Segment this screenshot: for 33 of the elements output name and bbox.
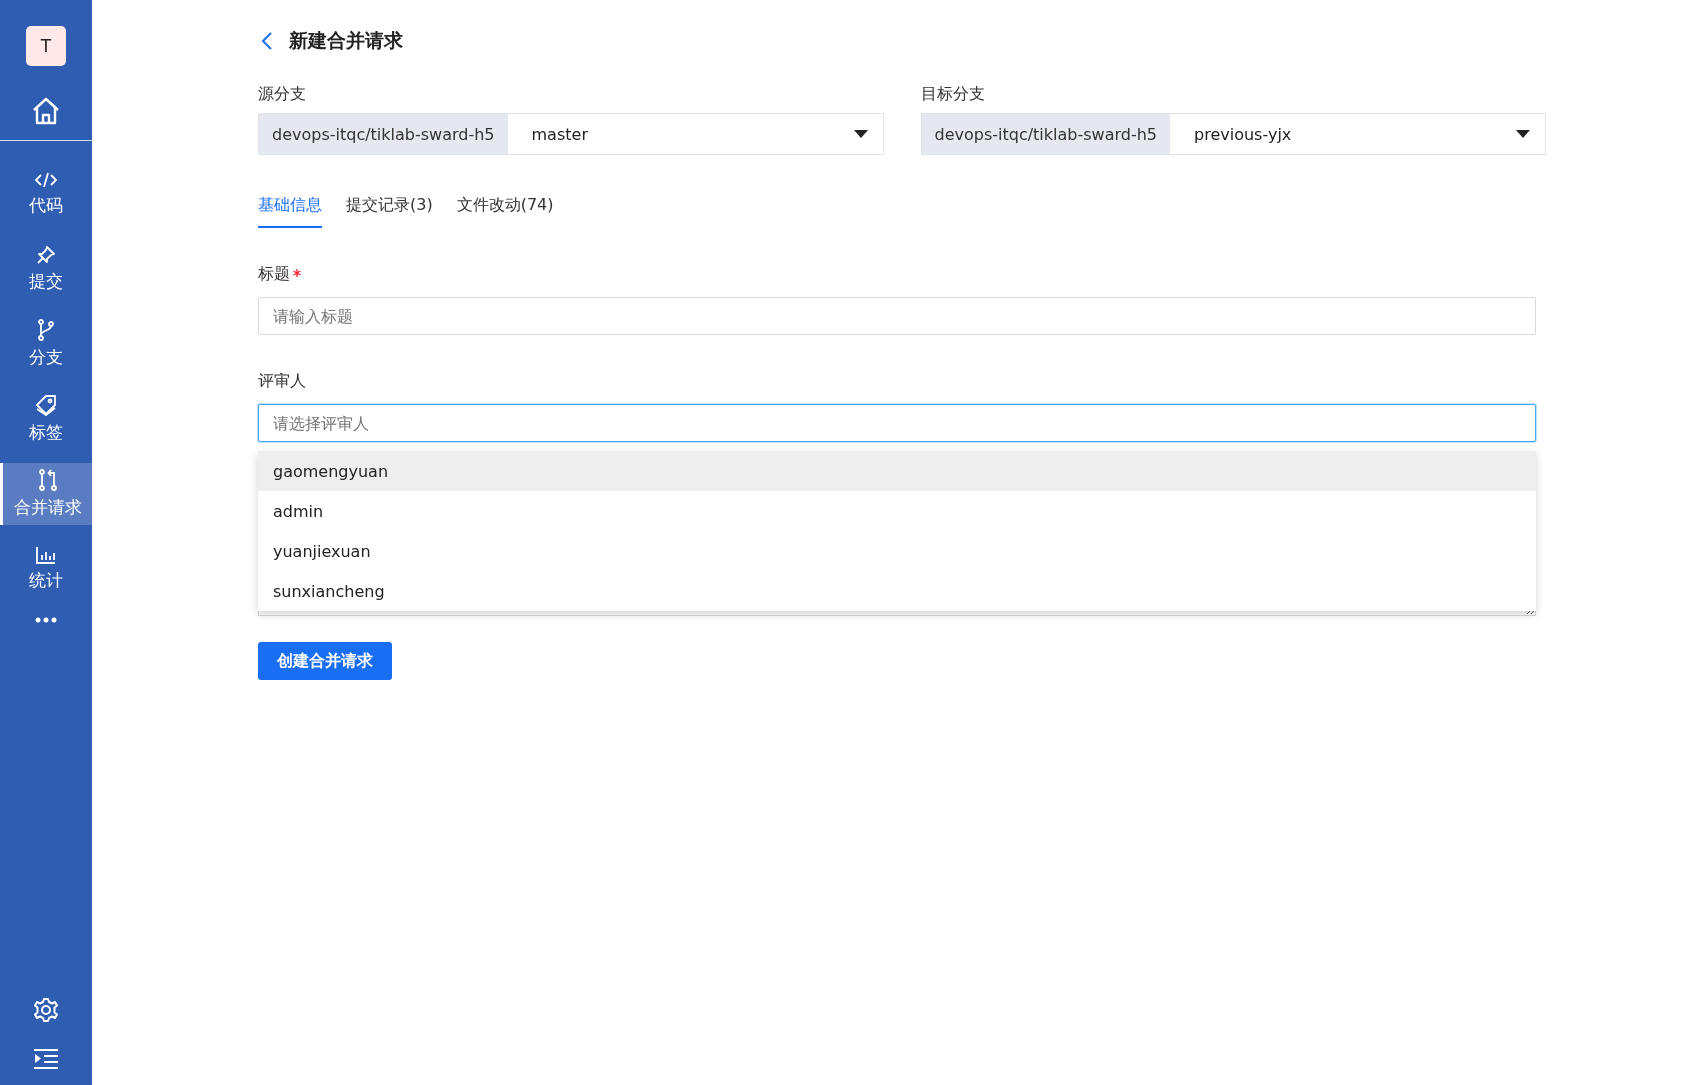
field-label: 标题 xyxy=(258,264,290,285)
field-label: 源分支 xyxy=(258,84,307,105)
sidebar-item[interactable]: 代码 xyxy=(0,163,92,225)
sidebar-item[interactable]: 统计 xyxy=(0,538,92,600)
dropdown-option[interactable]: yuanjiexuan xyxy=(258,531,1536,571)
tab[interactable]: 文件改动(74) xyxy=(456,195,554,228)
field-label: 评审人 xyxy=(258,371,306,392)
reviewer-input[interactable]: 请选择评审人 xyxy=(258,404,1536,442)
branch-icon xyxy=(37,319,55,341)
sidebar-item[interactable]: 分支 xyxy=(0,313,92,375)
dropdown-option[interactable]: sunxiancheng xyxy=(258,571,1536,611)
create-merge-request-button[interactable]: 创建合并请求 xyxy=(258,642,392,680)
more-icon[interactable] xyxy=(35,617,57,623)
settings-icon[interactable] xyxy=(33,997,59,1023)
back-icon[interactable] xyxy=(261,31,273,51)
tab[interactable]: 提交记录(3) xyxy=(346,195,433,228)
pin-icon xyxy=(36,245,56,265)
merge-request-icon xyxy=(37,469,58,491)
field-label: 目标分支 xyxy=(920,84,986,105)
sidebar-item[interactable]: 合并请求 xyxy=(0,463,92,525)
code-icon xyxy=(35,171,57,189)
title-input[interactable]: 请输入标题 xyxy=(258,297,1536,335)
dropdown-option[interactable]: gaomengyuan xyxy=(258,451,1536,491)
dropdown-option[interactable]: admin xyxy=(258,491,1536,531)
page-title: 新建合并请求 xyxy=(289,28,403,53)
project-avatar[interactable]: T xyxy=(26,26,66,66)
sidebar-item[interactable]: 标签 xyxy=(0,388,92,450)
bar-chart-icon xyxy=(36,546,56,564)
tag-icon xyxy=(35,394,57,416)
home-icon[interactable] xyxy=(31,96,61,126)
sidebar-item[interactable]: 提交 xyxy=(0,238,92,300)
tab[interactable]: 基础信息 xyxy=(258,195,322,228)
expand-menu-icon[interactable] xyxy=(34,1049,58,1069)
